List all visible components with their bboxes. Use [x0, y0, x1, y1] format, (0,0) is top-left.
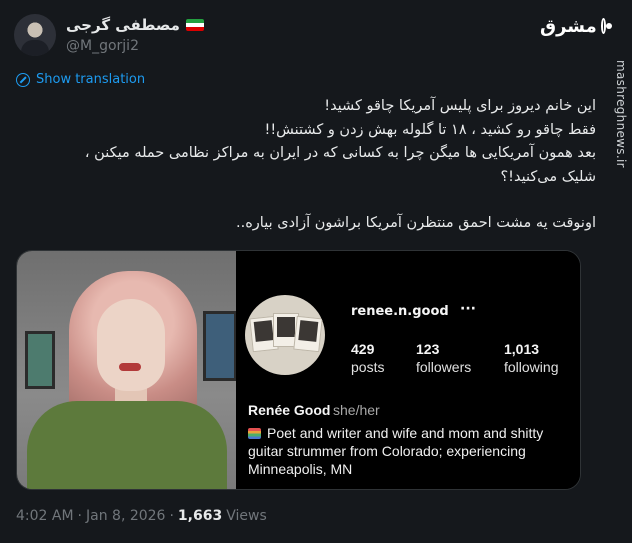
- wall-picture-right: [203, 311, 236, 381]
- tweet-header: مصطفی گرجی @M_gorji2: [14, 14, 534, 60]
- stat-posts: 429 posts: [351, 341, 384, 375]
- watermark: mashreghnews.ir: [614, 60, 628, 168]
- show-translation-link[interactable]: Show translation: [16, 72, 145, 87]
- more-options-icon: ···: [460, 301, 476, 317]
- polaroid-photo: [293, 315, 323, 353]
- profile-photo[interactable]: [17, 251, 236, 489]
- photo-face: [97, 299, 165, 391]
- tweet-date[interactable]: Jan 8, 2026: [86, 508, 165, 524]
- tweet-meta: 4:02 AM · Jan 8, 2026 · 1,663 Views: [16, 508, 267, 524]
- instagram-avatar: [245, 295, 325, 375]
- instagram-username: renee.n.good: [351, 304, 449, 319]
- instagram-full-name: Renée Good: [248, 402, 331, 418]
- media-card[interactable]: renee.n.good ··· 429 posts 123 followers…: [16, 250, 581, 490]
- stat-posts-value: 429: [351, 341, 375, 357]
- tweet-line: اونوقت یه مشت احمق منتظرن آمریکا براشون …: [235, 215, 596, 231]
- photo-lips: [119, 363, 141, 371]
- instagram-bio-text: Poet and writer and wife and mom and shi…: [248, 425, 544, 477]
- stat-following-label: following: [504, 359, 559, 375]
- stat-followers-value: 123: [416, 341, 440, 357]
- author-handle[interactable]: @M_gorji2: [66, 38, 139, 54]
- tweet-line: این خانم دیروز برای پلیس آمریکا چاقو کشی…: [324, 98, 596, 114]
- brand-at-icon: [600, 18, 613, 34]
- tweet-time[interactable]: 4:02 AM: [16, 508, 74, 524]
- views-label: Views: [226, 508, 267, 524]
- rainbow-flag-icon: [248, 428, 261, 439]
- meta-separator: ·: [77, 508, 82, 524]
- meta-separator: ·: [169, 508, 174, 524]
- tweet-line: فقط چاقو رو کشید ، ۱۸ تا گلوله بهش زدن و…: [264, 121, 596, 138]
- show-translation-label: Show translation: [36, 72, 146, 87]
- brand-logo-text: مشرق: [540, 15, 597, 37]
- flag-stripe-red: [185, 27, 204, 31]
- author-avatar[interactable]: [14, 14, 56, 56]
- stat-following: 1,013 following: [504, 341, 558, 375]
- brand-logo: مشرق: [540, 12, 613, 40]
- stat-followers: 123 followers: [416, 341, 471, 375]
- photo-sweater: [27, 401, 227, 489]
- views-count: 1,663: [177, 508, 223, 524]
- tweet-line: شلیک می‌کنید!؟: [500, 168, 596, 185]
- author-display-name[interactable]: مصطفی گرجی: [66, 16, 180, 34]
- instagram-profile-screenshot: renee.n.good ··· 429 posts 123 followers…: [236, 251, 580, 489]
- stat-following-value: 1,013: [504, 341, 540, 357]
- instagram-pronouns: she/her: [333, 402, 380, 418]
- translate-icon: [16, 72, 30, 87]
- author-name-row: مصطفی گرجی: [66, 16, 204, 34]
- tweet-text: این خانم دیروز برای پلیس آمریکا چاقو کشی…: [16, 95, 596, 236]
- wall-picture-left: [25, 331, 55, 389]
- instagram-bio: Poet and writer and wife and mom and shi…: [248, 424, 568, 478]
- stat-posts-label: posts: [351, 359, 385, 375]
- stat-followers-label: followers: [416, 359, 472, 375]
- iran-flag-icon: [185, 19, 204, 31]
- tweet-line: بعد همون آمریکایی ها میگن چرا به کسانی ک…: [84, 145, 596, 161]
